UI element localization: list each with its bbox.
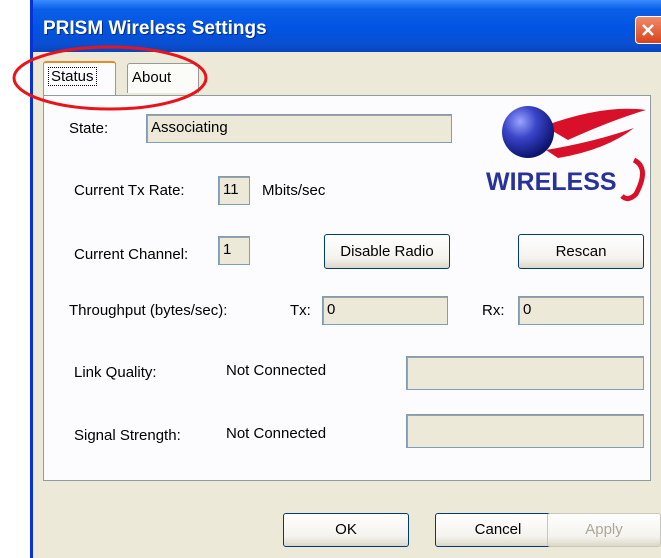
rx-label: Rx: (482, 302, 505, 319)
state-label: State: (69, 120, 109, 137)
disable-radio-button[interactable]: Disable Radio (324, 234, 450, 269)
dialog-window: PRISM Wireless Settings Status About Sta… (30, 0, 661, 558)
link-quality-value: Not Connected (226, 362, 327, 379)
link-quality-bar (406, 356, 644, 390)
link-quality-label: Link Quality: (74, 364, 157, 381)
rx-field: 0 (518, 296, 644, 325)
signal-strength-bar (406, 414, 644, 448)
channel-field: 1 (218, 236, 250, 265)
throughput-label: Throughput (bytes/sec): (69, 302, 228, 319)
tx-rate-label: Current Tx Rate: (74, 182, 185, 199)
tab-status[interactable]: Status (43, 61, 116, 95)
tab-about[interactable]: About (127, 63, 199, 93)
ok-button[interactable]: OK (283, 513, 409, 547)
signal-strength-label: Signal Strength: (74, 427, 181, 444)
wireless-logo-icon: WIRELESS (486, 106, 646, 202)
window-title: PRISM Wireless Settings (43, 18, 267, 39)
logo-text: WIRELESS (486, 168, 617, 196)
title-bar: PRISM Wireless Settings (33, 0, 661, 52)
tab-status-label: Status (48, 67, 97, 86)
signal-strength-value: Not Connected (226, 425, 327, 442)
cancel-button[interactable]: Cancel (435, 513, 561, 547)
close-icon (642, 24, 654, 36)
tab-about-label: About (132, 69, 172, 86)
close-button[interactable] (635, 16, 661, 44)
tx-label: Tx: (290, 302, 311, 319)
tx-rate-unit: Mbits/sec (262, 182, 326, 199)
status-panel: State: Associating WIRELESS Current Tx R… (43, 95, 651, 481)
tx-rate-field: 11 (218, 176, 250, 205)
channel-label: Current Channel: (74, 246, 189, 263)
tx-field: 0 (322, 296, 448, 325)
apply-button[interactable]: Apply (547, 513, 661, 547)
rescan-button[interactable]: Rescan (518, 234, 644, 269)
state-field: Associating (146, 114, 452, 143)
